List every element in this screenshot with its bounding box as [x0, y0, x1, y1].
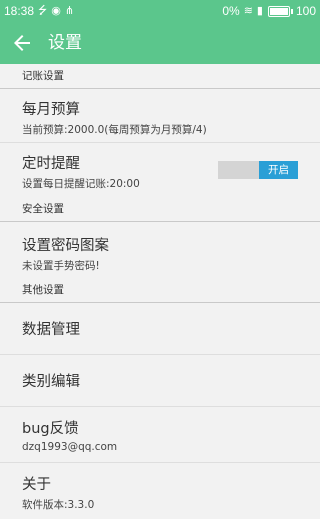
sync-icon: ◉ [51, 4, 61, 17]
pattern-lock-item[interactable]: 设置密码图案 未设置手势密码! [0, 222, 320, 278]
signal-icon: ▮ [256, 4, 263, 17]
battery-icon [267, 5, 293, 17]
toolbar: 设置 [0, 22, 320, 64]
section-header-accounting: 记账设置 [0, 64, 320, 89]
monthly-budget-item[interactable]: 每月预算 当前预算:2000.0(每周预算为月预算/4) [0, 89, 320, 143]
battery-level: 100 [295, 4, 316, 18]
monthly-budget-subtitle: 当前预算:2000.0(每周预算为月预算/4) [22, 124, 207, 136]
arrow-left-icon[interactable] [10, 31, 34, 55]
wifi-icon: ≋ [243, 4, 253, 17]
bug-feedback-email: dzq1993@qq.com [22, 441, 118, 453]
page-title: 设置 [48, 33, 82, 53]
section-header-other: 其他设置 [0, 278, 320, 303]
about-version: 软件版本:3.3.0 [22, 499, 95, 511]
share-icon: ⋔ [64, 4, 75, 17]
section-header-security: 安全设置 [0, 197, 320, 222]
monthly-budget-title: 每月预算 [22, 102, 80, 118]
about-item[interactable]: 关于 软件版本:3.3.0 [0, 463, 320, 519]
category-edit-item[interactable]: 类别编辑 [0, 355, 320, 407]
status-bar: 18:38 ⭍ ◉ ⋔ 0% ≋ ▮ 100 [0, 0, 320, 22]
reminder-item[interactable]: 定时提醒 设置每日提醒记账:20:00 开启 [0, 143, 320, 197]
data-manage-title: 数据管理 [22, 322, 80, 338]
status-time: 18:38 [4, 4, 35, 18]
about-title: 关于 [22, 477, 51, 493]
battery-percent: 0% [222, 4, 240, 18]
reminder-toggle[interactable]: 开启 [218, 161, 298, 179]
category-edit-title: 类别编辑 [22, 374, 80, 390]
reminder-toggle-label: 开启 [259, 161, 298, 179]
pattern-lock-title: 设置密码图案 [22, 238, 109, 254]
data-manage-item[interactable]: 数据管理 [0, 303, 320, 355]
pattern-lock-subtitle: 未设置手势密码! [22, 260, 100, 272]
bug-feedback-item[interactable]: bug反馈 dzq1993@qq.com [0, 407, 320, 463]
usb-icon: ⭍ [38, 4, 48, 17]
settings-list: 记账设置 每月预算 当前预算:2000.0(每周预算为月预算/4) 定时提醒 设… [0, 64, 320, 519]
bug-feedback-title: bug反馈 [22, 421, 79, 437]
